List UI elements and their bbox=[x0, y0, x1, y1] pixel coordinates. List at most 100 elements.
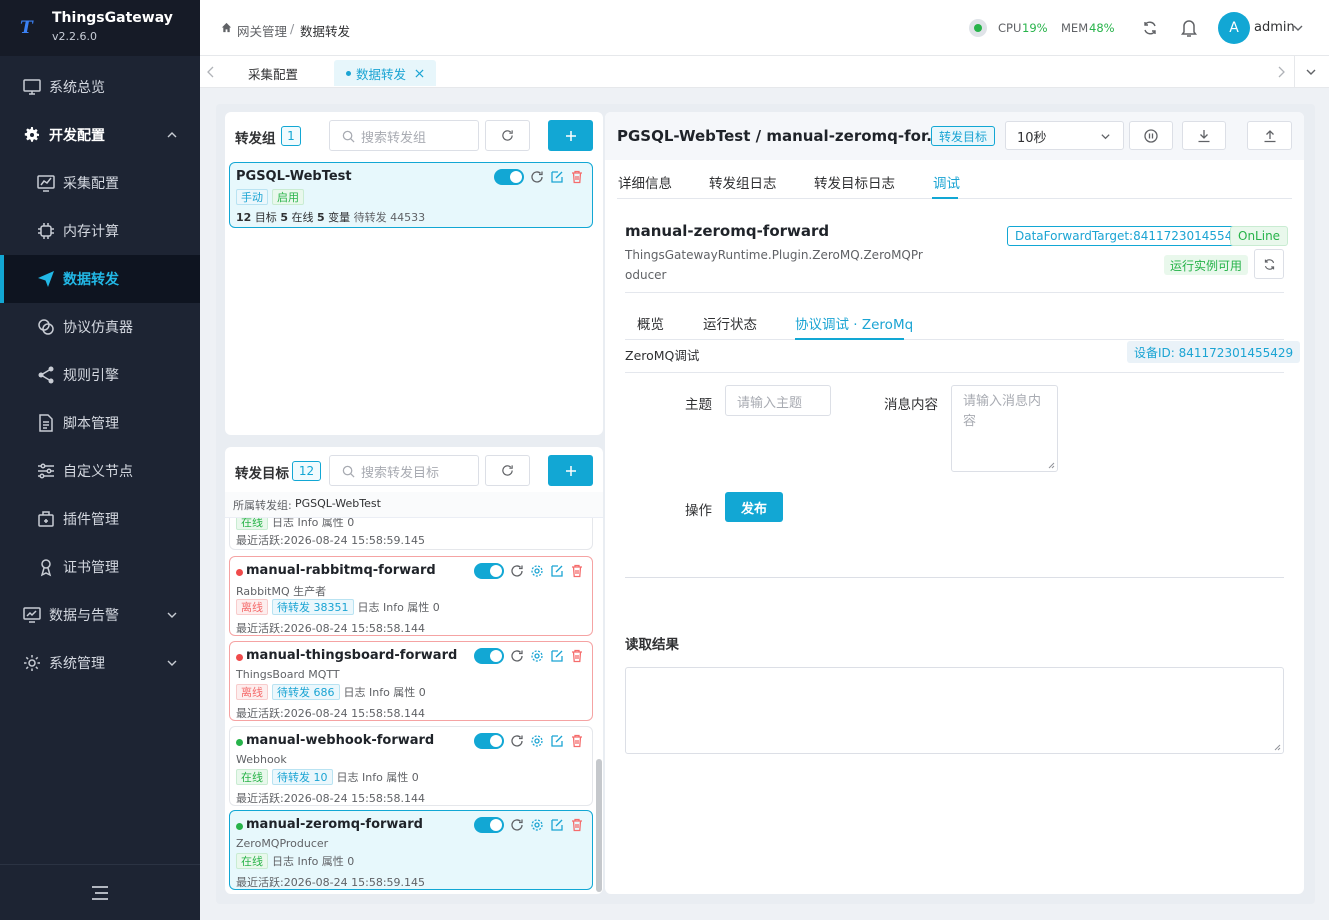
subtab-protocol-debug[interactable]: 协议调试 · ZeroMq bbox=[795, 313, 913, 333]
topic-input[interactable]: 请输入主题 bbox=[725, 385, 831, 416]
settings-icon[interactable] bbox=[530, 564, 544, 578]
refresh-targets-button[interactable] bbox=[485, 455, 530, 486]
sidebar-item-dev-config[interactable]: 开发配置 bbox=[0, 111, 200, 159]
close-icon[interactable] bbox=[415, 68, 424, 78]
download-button[interactable] bbox=[1182, 121, 1226, 150]
edit-icon[interactable] bbox=[550, 734, 564, 748]
group-card[interactable]: PGSQL-WebTest 手动 启用 12 目标 5 在线 5 变量 待转发 … bbox=[229, 162, 593, 228]
user-name[interactable]: admin bbox=[1254, 20, 1295, 35]
chevron-down-icon[interactable] bbox=[1292, 22, 1304, 34]
pause-button[interactable] bbox=[1129, 121, 1173, 150]
breadcrumb-separator: / bbox=[290, 21, 295, 36]
refresh-icon[interactable] bbox=[1142, 20, 1158, 36]
sidebar-item-overview[interactable]: 系统总览 bbox=[0, 63, 200, 111]
resize-handle-icon[interactable] bbox=[1048, 462, 1055, 469]
target-enable-toggle[interactable] bbox=[474, 733, 504, 749]
detail-panel: PGSQL-WebTest / manual-zeromq-for... 转发目… bbox=[605, 112, 1304, 894]
mem-label: MEM bbox=[1061, 21, 1089, 35]
tab-target-log[interactable]: 转发目标日志 bbox=[814, 172, 895, 192]
search-target-input[interactable]: 搜索转发目标 bbox=[329, 455, 479, 486]
edit-icon[interactable] bbox=[550, 818, 564, 832]
target-card-partial[interactable]: 在线 日志 Info 属性 0 最近活跃:2026-08-24 15:58:59… bbox=[229, 518, 593, 550]
sidebar-item-collect[interactable]: 采集配置 bbox=[0, 159, 200, 207]
scrollbar-thumb[interactable] bbox=[596, 759, 602, 892]
delete-icon[interactable] bbox=[570, 818, 584, 832]
sidebar-item-forward[interactable]: 数据转发 bbox=[0, 255, 200, 303]
refresh-icon[interactable] bbox=[530, 170, 544, 184]
publish-button[interactable]: 发布 bbox=[725, 492, 783, 522]
document-icon bbox=[39, 414, 53, 432]
sidebar-item-rules[interactable]: 规则引擎 bbox=[0, 351, 200, 399]
bell-icon[interactable] bbox=[1180, 18, 1198, 38]
target-card[interactable]: manual-thingsboard-forward ThingsBoard M… bbox=[229, 641, 593, 721]
tab-collect[interactable]: 采集配置 bbox=[236, 60, 310, 86]
result-label: 读取结果 bbox=[625, 637, 679, 653]
sidebar-item-custom-nodes[interactable]: 自定义节点 bbox=[0, 447, 200, 495]
target-card[interactable]: manual-rabbitmq-forward RabbitMQ 生产者 离线 … bbox=[229, 556, 593, 636]
panel-title: 转发组 bbox=[235, 131, 276, 147]
subtab-overview[interactable]: 概览 bbox=[637, 313, 664, 333]
sidebar-item-label: 内存计算 bbox=[63, 224, 119, 240]
add-target-button[interactable] bbox=[548, 455, 593, 486]
tab-debug[interactable]: 调试 bbox=[933, 172, 960, 192]
sidebar-item-label: 插件管理 bbox=[63, 512, 119, 528]
refresh-groups-button[interactable] bbox=[485, 120, 530, 151]
sidebar-item-scripts[interactable]: 脚本管理 bbox=[0, 399, 200, 447]
sidebar-item-data-alarm[interactable]: 数据与告警 bbox=[0, 591, 200, 639]
refresh-icon[interactable] bbox=[510, 564, 524, 578]
target-enable-toggle[interactable] bbox=[474, 648, 504, 664]
target-card-selected[interactable]: manual-zeromq-forward ZeroMQProducer 在线 … bbox=[229, 810, 593, 890]
delete-icon[interactable] bbox=[570, 649, 584, 663]
active-dot bbox=[346, 70, 351, 76]
sidebar-item-system[interactable]: 系统管理 bbox=[0, 639, 200, 687]
edit-icon[interactable] bbox=[550, 170, 564, 184]
edit-icon[interactable] bbox=[550, 564, 564, 578]
sidebar-item-certs[interactable]: 证书管理 bbox=[0, 543, 200, 591]
brand: T ThingsGateway v2.2.6.0 bbox=[0, 0, 200, 56]
tab-forward[interactable]: 数据转发 bbox=[334, 60, 437, 86]
search-group-input[interactable]: 搜索转发组 bbox=[329, 120, 479, 151]
settings-icon[interactable] bbox=[530, 649, 544, 663]
chevron-right-icon[interactable] bbox=[1276, 66, 1286, 78]
tab-details[interactable]: 详细信息 bbox=[618, 172, 672, 192]
message-label: 消息内容 bbox=[884, 397, 938, 413]
brand-logo: T bbox=[20, 18, 33, 38]
resize-handle-icon[interactable] bbox=[1274, 744, 1281, 751]
result-textarea[interactable] bbox=[625, 667, 1284, 754]
chevron-down-icon[interactable] bbox=[1305, 66, 1317, 78]
delete-icon[interactable] bbox=[570, 564, 584, 578]
chevron-down-icon bbox=[167, 612, 177, 618]
delete-icon[interactable] bbox=[570, 734, 584, 748]
active-tab-indicator bbox=[932, 197, 958, 199]
sidebar-item-simulator[interactable]: 协议仿真器 bbox=[0, 303, 200, 351]
avatar[interactable]: A bbox=[1218, 12, 1250, 44]
upload-button[interactable] bbox=[1247, 121, 1292, 150]
sidebar-item-plugins[interactable]: 插件管理 bbox=[0, 495, 200, 543]
settings-icon[interactable] bbox=[530, 734, 544, 748]
settings-icon[interactable] bbox=[530, 818, 544, 832]
refresh-target-button[interactable] bbox=[1254, 249, 1284, 279]
chevron-left-icon[interactable] bbox=[206, 66, 216, 78]
target-enable-toggle[interactable] bbox=[474, 563, 504, 579]
breadcrumb-root[interactable]: 网关管理 bbox=[237, 21, 287, 40]
menu-collapse-icon[interactable] bbox=[91, 885, 109, 901]
group-enable-toggle[interactable] bbox=[494, 169, 524, 185]
refresh-icon[interactable] bbox=[510, 734, 524, 748]
active-subtab-indicator bbox=[795, 338, 904, 340]
target-card[interactable]: manual-webhook-forward Webhook 在线 待转发 10… bbox=[229, 726, 593, 806]
edit-icon[interactable] bbox=[550, 649, 564, 663]
tab-group-log[interactable]: 转发组日志 bbox=[709, 172, 777, 192]
delete-icon[interactable] bbox=[570, 170, 584, 184]
interval-select[interactable]: 10秒 bbox=[1005, 121, 1124, 150]
sidebar-item-memory[interactable]: 内存计算 bbox=[0, 207, 200, 255]
refresh-icon[interactable] bbox=[510, 818, 524, 832]
add-group-button[interactable] bbox=[548, 120, 593, 151]
sidebar-item-label: 规则引擎 bbox=[63, 368, 119, 384]
device-id-badge: 设备ID: 841172301455429 bbox=[1127, 341, 1301, 363]
status-dot bbox=[236, 823, 243, 830]
target-enable-toggle[interactable] bbox=[474, 817, 504, 833]
message-textarea[interactable]: 请输入消息内容 bbox=[951, 385, 1058, 472]
refresh-icon[interactable] bbox=[510, 649, 524, 663]
group-name: PGSQL-WebTest bbox=[236, 169, 352, 184]
subtab-runtime[interactable]: 运行状态 bbox=[703, 313, 757, 333]
